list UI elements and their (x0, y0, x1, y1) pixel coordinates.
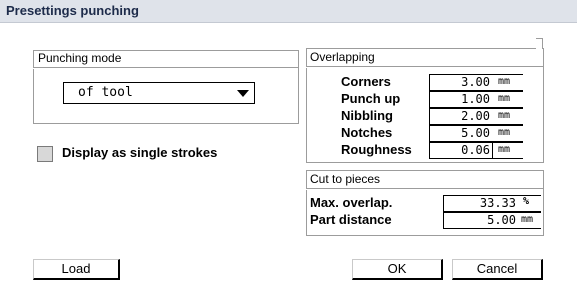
notches-value: 5.00 (461, 126, 490, 140)
notches-label: Notches (341, 125, 393, 140)
max-overlap-value: 33.33 (479, 196, 516, 210)
punch-up-field[interactable]: 1.00 mm (429, 91, 523, 108)
punching-mode-label: Punching mode (38, 51, 122, 65)
max-overlap-label: Max. overlap. (310, 195, 393, 210)
part-distance-value: 5.00 (487, 213, 516, 227)
punch-up-unit: mm (498, 93, 511, 104)
punching-mode-divider (33, 67, 298, 69)
corners-label: Corners (341, 74, 391, 89)
punch-up-value: 1.00 (461, 92, 490, 106)
roughness-unit: mm (498, 144, 511, 155)
load-button[interactable]: Load (33, 259, 120, 280)
cancel-button[interactable]: Cancel (452, 259, 543, 280)
cut-to-pieces-label: Cut to pieces (310, 172, 381, 186)
overlapping-divider (306, 66, 543, 68)
single-strokes-checkbox[interactable] (37, 146, 53, 162)
part-distance-unit: mm (521, 214, 534, 225)
dialog-title: Presettings punching (6, 3, 139, 18)
roughness-field[interactable]: 0.06 mm (429, 142, 523, 159)
single-strokes-label: Display as single strokes (62, 145, 218, 160)
nibbling-field[interactable]: 2.00 mm (429, 108, 523, 125)
punching-mode-select[interactable]: of tool (63, 82, 255, 104)
roughness-label: Roughness (341, 142, 412, 157)
dropdown-button[interactable] (232, 83, 254, 103)
nibbling-value: 2.00 (461, 109, 490, 123)
corners-unit: mm (498, 76, 511, 87)
punch-up-label: Punch up (341, 91, 401, 106)
overlapping-header-notch (536, 38, 543, 49)
cut-to-pieces-divider (306, 188, 543, 190)
corners-field[interactable]: 3.00 mm (429, 74, 523, 91)
max-overlap-unit: % (523, 196, 530, 207)
chevron-down-icon (237, 90, 249, 97)
text-cursor (492, 143, 493, 158)
part-distance-label: Part distance (310, 212, 392, 227)
dialog-title-bar: Presettings punching (0, 0, 577, 23)
ok-button[interactable]: OK (352, 259, 443, 280)
notches-unit: mm (498, 127, 511, 138)
max-overlap-field[interactable]: 33.33 % (443, 195, 541, 212)
notches-field[interactable]: 5.00 mm (429, 125, 523, 142)
nibbling-unit: mm (498, 110, 511, 121)
punching-mode-value: of tool (78, 85, 133, 100)
part-distance-field[interactable]: 5.00 mm (443, 212, 541, 229)
nibbling-label: Nibbling (341, 108, 393, 123)
corners-value: 3.00 (461, 75, 490, 89)
overlapping-label: Overlapping (310, 50, 377, 64)
roughness-value: 0.06 (461, 143, 490, 157)
